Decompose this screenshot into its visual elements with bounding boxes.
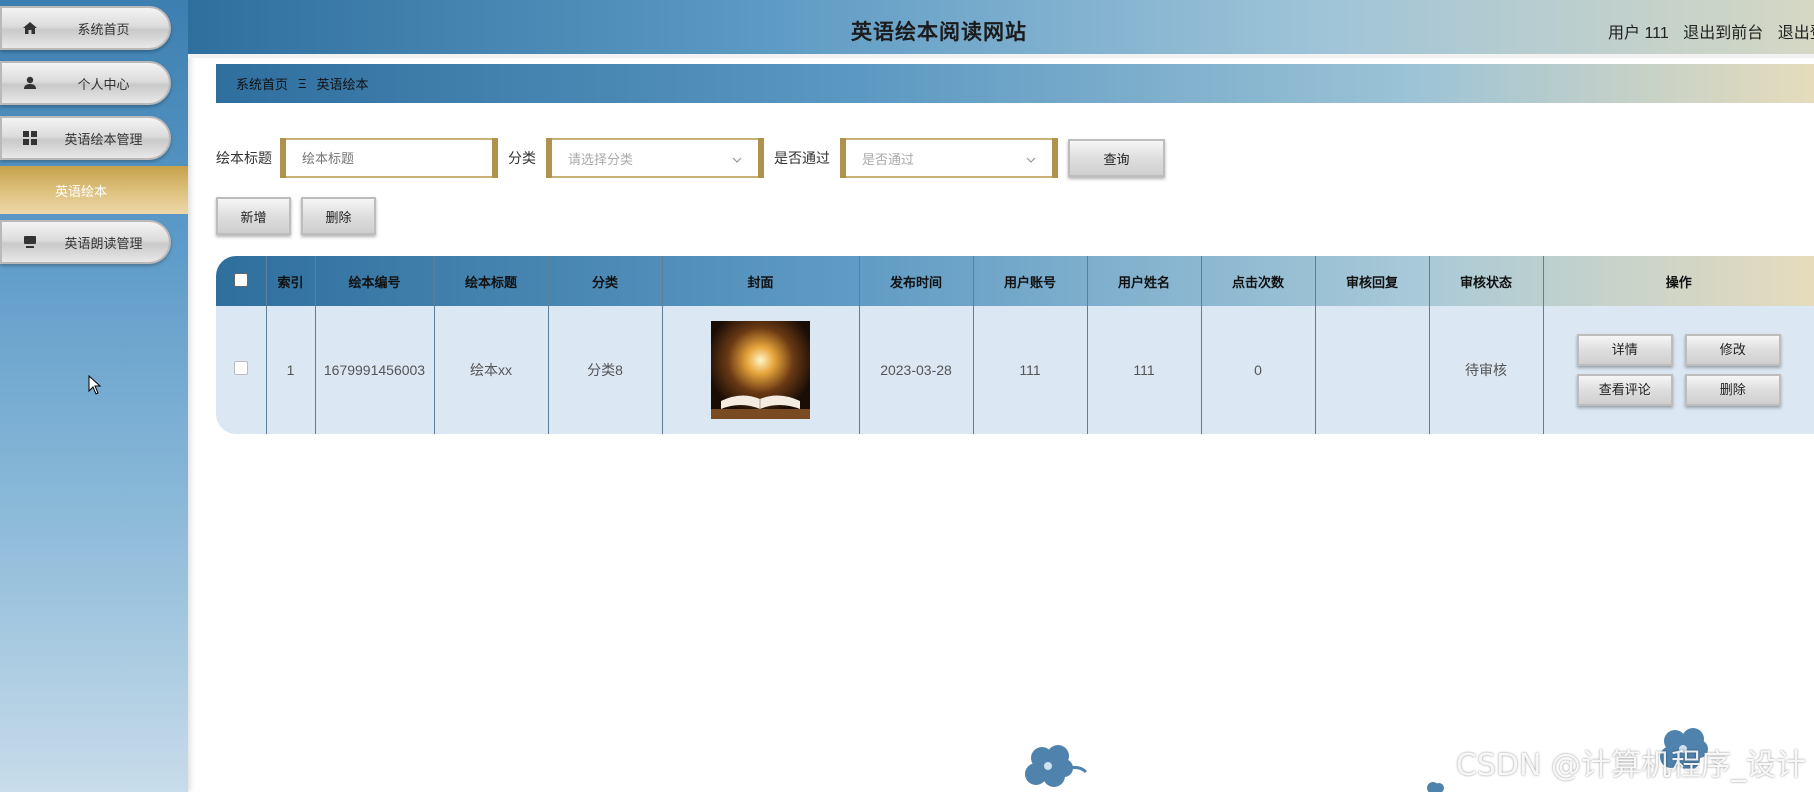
view-comments-button[interactable]: 查看评论 [1576,374,1673,406]
category-placeholder: 请选择分类 [568,151,634,167]
add-button[interactable]: 新增 [216,197,291,235]
sidebar-item-label: 英语绘本管理 [64,131,143,147]
cell-review-reply [1315,306,1430,434]
table-header-row: 索引 绘本编号 绘本标题 分类 封面 发布时间 用户账号 用户姓名 点击次数 审… [216,256,1814,306]
column-header: 索引 [266,256,316,306]
column-header: 用户账号 [973,256,1088,306]
sidebar-item-reading-management[interactable]: 英语朗读管理 [0,220,171,264]
data-table: 索引 绘本编号 绘本标题 分类 封面 发布时间 用户账号 用户姓名 点击次数 审… [216,256,1814,434]
breadcrumb-current: 英语绘本 [316,77,369,92]
select-all-cell [216,256,267,306]
column-header: 审核回复 [1315,256,1430,306]
detail-button[interactable]: 详情 [1576,334,1673,366]
site-title: 英语绘本阅读网站 [851,21,1027,44]
column-header: 用户姓名 [1087,256,1202,306]
monitor-icon [2,235,58,249]
back-to-front-link[interactable]: 退出到前台 [1683,25,1763,42]
cell-user-name: 111 [1087,306,1202,434]
delete-button[interactable]: 删除 [301,197,376,235]
category-select[interactable]: 请选择分类 [546,138,764,178]
book-no-text: 1679991456003 [323,362,426,378]
approved-select[interactable]: 是否通过 [840,138,1058,178]
flower-decoration-icon [1427,782,1444,792]
cell-title: 绘本xx [434,306,549,434]
select-all-checkbox[interactable] [233,272,248,287]
row-delete-button[interactable]: 删除 [1684,374,1781,406]
cell-user-account: 111 [973,306,1088,434]
cell-category: 分类8 [548,306,663,434]
sidebar-item-label: 英语朗读管理 [64,235,143,251]
cell-cover [662,306,860,434]
cover-image [711,321,810,419]
row-select-cell [216,306,267,434]
column-header: 发布时间 [859,256,974,306]
query-button[interactable]: 查询 [1068,139,1165,177]
sidebar-item-book-management[interactable]: 英语绘本管理 [0,116,171,160]
search-bar: 绘本标题 分类 请选择分类 是否通过 是否通过 查询 [216,138,1165,178]
chevron-down-icon [732,151,742,166]
row-operations: 详情 修改 查看评论 删除 [1544,334,1814,406]
top-header: 英语绘本阅读网站 用户 111 退出到前台 退出登 [188,0,1814,58]
cell-index: 1 [266,306,316,434]
approved-placeholder: 是否通过 [862,151,915,167]
table-row: 1 1679991456003 绘本xx 分类8 2023-03-28 111 … [216,306,1814,434]
column-header: 操作 [1665,274,1692,290]
mouse-cursor-icon [88,374,102,398]
title-label: 绘本标题 [216,150,272,166]
column-header: 封面 [662,256,860,306]
cell-book-no: 1679991456003 [315,306,435,434]
sidebar-subitem-label: 英语绘本 [55,183,108,199]
breadcrumb-separator: Ξ [298,76,307,91]
title-input-wrapper [280,138,498,178]
edit-button[interactable]: 修改 [1684,334,1781,366]
cell-publish-time: 2023-03-28 [859,306,974,434]
logout-link[interactable]: 退出登 [1778,25,1814,42]
header-user-area: 用户 111 退出到前台 退出登 [1608,19,1814,43]
cell-clicks: 0 [1201,306,1316,434]
grid-icon [2,131,58,145]
sidebar-item-profile[interactable]: 个人中心 [0,61,171,105]
title-search-input[interactable] [302,150,476,166]
user-icon [2,76,58,90]
row-checkbox[interactable] [233,361,248,375]
approved-label: 是否通过 [774,150,830,166]
column-header: 绘本编号 [315,256,435,306]
column-header: 点击次数 [1201,256,1316,306]
cell-review-status: 待审核 [1429,306,1544,434]
category-label: 分类 [508,150,536,166]
breadcrumb-home[interactable]: 系统首页 [236,74,288,93]
user-label: 用户 111 [1608,25,1669,42]
sidebar-item-label: 个人中心 [77,76,130,92]
sidebar-subitem-english-books[interactable]: 英语绘本 [0,166,188,214]
breadcrumb: 系统首页 Ξ 英语绘本 [216,64,1814,103]
watermark: CSDN @计算机程序_设计 [1455,748,1806,783]
cell-operations: 详情 修改 查看评论 删除 [1543,306,1814,434]
column-header: 绘本标题 [434,256,549,306]
chevron-down-icon [1026,151,1036,166]
sidebar-item-home[interactable]: 系统首页 [0,6,171,50]
sidebar: 系统首页 个人中心 英语绘本管理 英语绘本 英语朗读管理 [0,0,188,792]
flower-decoration-icon [1025,745,1088,787]
column-header: 审核状态 [1429,256,1544,306]
home-icon [2,21,58,35]
column-header: 分类 [548,256,663,306]
sidebar-item-label: 系统首页 [77,21,130,37]
